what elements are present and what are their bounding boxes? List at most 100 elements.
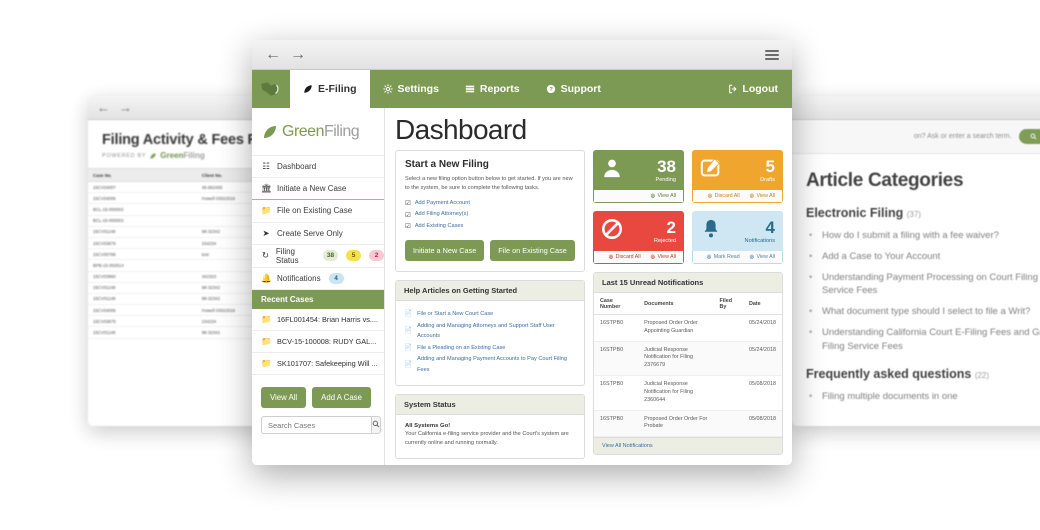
back-arrow-icon[interactable]: ← bbox=[97, 101, 110, 114]
card-top: 4Notifications bbox=[692, 211, 783, 251]
sidebar-item-initiate-new-case[interactable]: 🏛 Initiate a New Case bbox=[252, 178, 384, 201]
status-cards: 38Pending◎View All5Drafts◎Discard All◎Vi… bbox=[593, 150, 783, 264]
notifications-table-header: Case Number Documents Filed By Date bbox=[594, 293, 782, 315]
card-value: 4 bbox=[745, 219, 775, 236]
kb-category-faq[interactable]: Frequently asked questions (22) bbox=[806, 367, 1040, 381]
initiate-new-case-button[interactable]: Initiate a New Case bbox=[405, 240, 484, 261]
back-arrow-icon[interactable]: ← bbox=[265, 47, 281, 63]
help-article-item[interactable]: 📄File a Pleading on an Existing Case bbox=[404, 342, 576, 354]
main-nav-arrows[interactable]: ← → bbox=[265, 47, 306, 63]
menu-icon[interactable] bbox=[765, 50, 779, 60]
search-button[interactable]: SEARCH bbox=[1019, 129, 1040, 144]
col-date: Date bbox=[743, 293, 782, 315]
sidebar-item-label: Notifications bbox=[277, 274, 321, 283]
recent-cases-header: Recent Cases bbox=[252, 290, 384, 309]
table-cell: BCL-15-000003 bbox=[88, 204, 197, 215]
left-nav-arrows[interactable]: ← → bbox=[97, 101, 132, 114]
tab-reports[interactable]: Reports bbox=[452, 70, 533, 108]
help-article-label: Adding and Managing Payment Accounts to … bbox=[417, 354, 576, 375]
search-cases-button[interactable] bbox=[371, 416, 381, 434]
edit-icon bbox=[700, 157, 722, 183]
recent-case-item[interactable]: 📁16FL001454: Brian Harris vs.... bbox=[252, 309, 384, 331]
kb-heading: Article Categories bbox=[806, 170, 1040, 192]
tab-e-filing[interactable]: E-Filing bbox=[290, 70, 370, 108]
file-on-existing-case-button[interactable]: File on Existing Case bbox=[490, 240, 575, 261]
task-item[interactable]: ☑Add Filing Attorney(s) bbox=[405, 210, 575, 221]
table-cell bbox=[713, 376, 743, 410]
send-icon: ➤ bbox=[261, 228, 271, 239]
kb-faq-item[interactable]: Filing multiple documents in one bbox=[806, 390, 1040, 404]
dashboard-icon: ☷ bbox=[261, 161, 271, 172]
kb-article-item[interactable]: Add a Case to Your Account bbox=[806, 250, 1040, 264]
view-all-action[interactable]: ◎View All bbox=[651, 254, 676, 260]
card-label: Drafts bbox=[760, 177, 775, 183]
help-article-item[interactable]: 📄 Adding and Managing Payment Accounts to… bbox=[404, 354, 576, 375]
logout-button[interactable]: Logout bbox=[714, 70, 792, 108]
help-article-item[interactable]: 📄File or Start a New Court Case bbox=[404, 308, 576, 320]
add-a-case-button[interactable]: Add A Case bbox=[312, 387, 371, 408]
task-label: Add Payment Account bbox=[415, 199, 470, 209]
kb-category-label: Electronic Filing bbox=[806, 206, 903, 220]
sidebar-item-file-existing-case[interactable]: 📁 File on Existing Case bbox=[252, 200, 384, 223]
sidebar-item-filing-status[interactable]: ↻ Filing Status 38 5 2 bbox=[252, 245, 384, 268]
brand-mark bbox=[252, 70, 290, 108]
task-label: Add Filing Attorney(s) bbox=[415, 210, 468, 220]
tab-settings[interactable]: Settings bbox=[370, 70, 452, 108]
discard-all-action[interactable]: ◎Discard All bbox=[609, 254, 641, 260]
start-new-filing-panel: Start a New Filing Select a new filing o… bbox=[395, 150, 585, 272]
sidebar-item-dashboard[interactable]: ☷ Dashboard bbox=[252, 155, 384, 178]
kb-article-item[interactable]: Understanding Payment Processing on Cour… bbox=[806, 271, 1040, 299]
table-cell: 05/08/2018 bbox=[743, 410, 782, 437]
task-item[interactable]: ☑Add Existing Cases bbox=[405, 221, 575, 232]
view-all-action[interactable]: ◎View All bbox=[750, 254, 775, 260]
tab-settings-label: Settings bbox=[398, 83, 439, 95]
table-cell: BCL-15-000003 bbox=[88, 215, 197, 226]
view-all-notifications-link[interactable]: View All Notifications bbox=[594, 437, 782, 454]
sidebar-item-label: Dashboard bbox=[277, 162, 316, 171]
discard-all-action[interactable]: ◎Discard All bbox=[708, 193, 740, 199]
sidebar-item-notifications[interactable]: 🔔 Notifications 4 bbox=[252, 268, 384, 291]
table-cell: 15CV00796 bbox=[88, 249, 197, 260]
view-all-button[interactable]: View All bbox=[261, 387, 306, 408]
view-all-action[interactable]: ◎View All bbox=[750, 193, 775, 199]
tab-support[interactable]: ? Support bbox=[533, 70, 614, 108]
kb-faq-list: Filing multiple documents in one bbox=[806, 390, 1040, 404]
card-figures: 4Notifications bbox=[745, 219, 775, 244]
question-icon: ? bbox=[546, 84, 556, 94]
card-actions: ◎Discard All ◎View All bbox=[593, 251, 684, 264]
search-cases-input[interactable] bbox=[261, 416, 371, 434]
card-actions: ◎Mark Read ◎View All bbox=[692, 251, 783, 264]
table-cell: 15CV03960 bbox=[88, 271, 197, 282]
forward-arrow-icon[interactable]: → bbox=[290, 47, 306, 63]
card-value: 38 bbox=[655, 158, 676, 175]
task-item[interactable]: ☑Add Payment Account bbox=[405, 198, 575, 209]
help-article-label: Adding and Managing Attorneys and Suppor… bbox=[417, 321, 576, 342]
forward-arrow-icon[interactable]: → bbox=[119, 101, 132, 114]
system-status-text: Your California e-filing service provide… bbox=[405, 430, 575, 448]
start-filing-buttons: Initiate a New Case File on Existing Cas… bbox=[405, 240, 575, 261]
table-cell bbox=[713, 315, 743, 342]
kb-category-electronic-filing[interactable]: Electronic Filing (37) bbox=[806, 206, 1040, 220]
mark-read-action[interactable]: ◎Mark Read bbox=[707, 254, 740, 260]
card-label: Rejected bbox=[654, 238, 676, 244]
kb-article-item[interactable]: Understanding California Court E-Filing … bbox=[806, 326, 1040, 354]
dashboard-window: ← → E-Filing bbox=[252, 40, 792, 465]
help-articles-panel: Help Articles on Getting Started 📄File o… bbox=[395, 280, 585, 385]
folder-icon: 📁 bbox=[261, 205, 271, 216]
sidebar-item-label: File on Existing Case bbox=[277, 206, 352, 215]
table-cell: 05/08/2018 bbox=[743, 376, 782, 410]
recent-case-item[interactable]: 📁BCV-15-100008: RUDY GAL... bbox=[252, 331, 384, 353]
table-cell bbox=[713, 410, 743, 437]
kb-article-item[interactable]: How do I submit a filing with a fee waiv… bbox=[806, 229, 1040, 243]
kb-article-item[interactable]: What document type should I select to fi… bbox=[806, 305, 1040, 319]
table-cell: Judicial Response Notification for Filin… bbox=[638, 341, 713, 375]
status-card-rejected: 2Rejected◎Discard All◎View All bbox=[593, 211, 684, 264]
document-icon: 📄 bbox=[404, 359, 412, 371]
kb-search-placeholder[interactable]: on? Ask or enter a search term. bbox=[914, 133, 1012, 140]
view-all-action[interactable]: ◎View All bbox=[651, 193, 676, 199]
notifications-table-body: 16STPB0Proposed Order Order Appointing G… bbox=[594, 315, 782, 437]
help-article-item[interactable]: 📄Adding and Managing Attorneys and Suppo… bbox=[404, 321, 576, 342]
status-card-notifications: 4Notifications ◎Mark Read ◎View All bbox=[692, 211, 783, 264]
recent-case-item[interactable]: 📁SK101707: Safekeeping Will ... bbox=[252, 353, 384, 375]
sidebar-item-create-serve-only[interactable]: ➤ Create Serve Only bbox=[252, 223, 384, 246]
